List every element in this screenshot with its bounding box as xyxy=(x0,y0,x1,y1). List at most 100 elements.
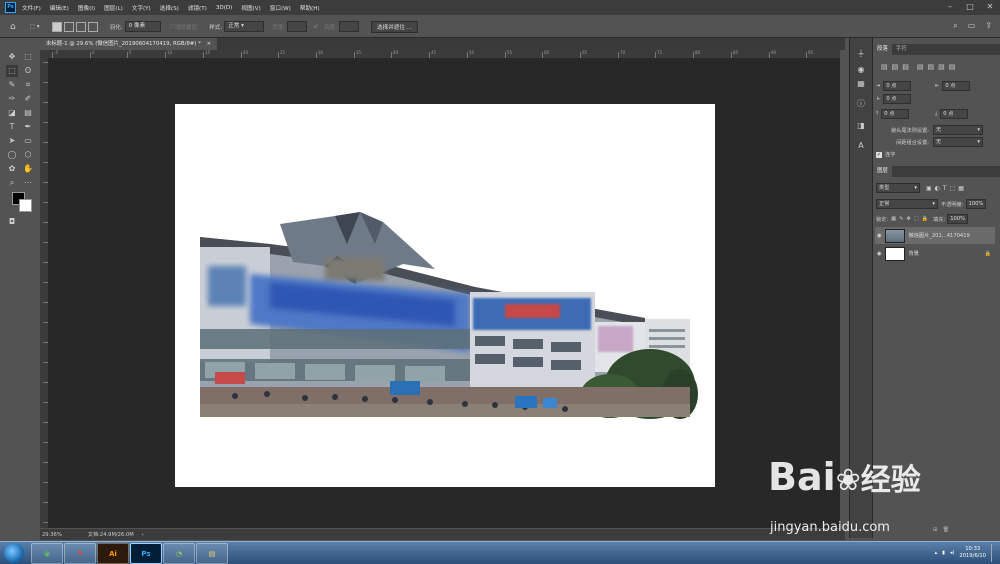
show-desktop-button[interactable] xyxy=(991,544,996,562)
lock-icons[interactable]: ▦✎✥⬚🔒 xyxy=(891,216,931,222)
indent-left-input[interactable]: 0 点 xyxy=(883,81,912,91)
lasso-tool-icon[interactable]: ʘ xyxy=(22,65,34,77)
menu-3d[interactable]: 3D(D) xyxy=(216,5,233,11)
shape-tool-icon[interactable]: ✿ xyxy=(6,163,18,175)
eraser-tool-icon[interactable]: ◪ xyxy=(6,107,18,119)
justify-all-icon[interactable]: ▤ xyxy=(949,63,956,71)
start-button-icon[interactable] xyxy=(4,543,24,563)
taskbar-app-folder-icon[interactable]: ▤ xyxy=(196,543,228,564)
select-and-mask-button[interactable]: 选择并遮住 ... xyxy=(371,20,419,33)
quick-select-tool-icon[interactable]: ✎ xyxy=(6,79,18,91)
color-icon[interactable]: ◉ xyxy=(855,64,867,76)
menu-filter[interactable]: 滤镜(T) xyxy=(188,4,207,12)
visibility-eye-icon[interactable]: ◉ xyxy=(877,233,882,239)
opacity-input[interactable]: 100% xyxy=(965,199,987,209)
menu-file[interactable]: 文件(F) xyxy=(22,4,41,12)
status-arrow-icon[interactable]: › xyxy=(142,532,144,538)
selection-mode-icons[interactable] xyxy=(51,21,100,32)
taskbar-app-pdf-icon[interactable]: ⚑ xyxy=(64,543,96,564)
taskbar-app-illustrator-icon[interactable]: Ai xyxy=(97,543,129,564)
tab-layers[interactable]: 图层 xyxy=(873,166,892,177)
more-tools-icon[interactable]: ⋯ xyxy=(22,177,34,189)
style-select[interactable]: 正常 ▾ xyxy=(224,21,265,32)
indent-first-input[interactable]: 0 点 xyxy=(883,94,912,104)
adjustments-icon[interactable]: ◨ xyxy=(855,120,867,132)
document-canvas[interactable] xyxy=(175,104,715,487)
rect-marquee-tool-icon[interactable]: ⬚ xyxy=(6,65,18,77)
visibility-eye-icon[interactable]: ◉ xyxy=(877,251,882,257)
indent-right-input[interactable]: 0 点 xyxy=(942,81,971,91)
close-icon[interactable]: ✕ xyxy=(986,3,994,11)
doc-size[interactable]: 文档:24.9M/26.0M xyxy=(88,531,134,538)
marquee-preset-icon[interactable]: ⬚ ▾ xyxy=(30,24,40,30)
workspace-icon[interactable]: ▭ xyxy=(968,21,976,31)
history-icon[interactable]: ⏚ xyxy=(855,48,867,60)
kinsoku-select[interactable]: 无 ▾ xyxy=(933,125,983,135)
align-center-icon[interactable]: ▤ xyxy=(892,63,899,71)
swap-icon[interactable]: ⇄ xyxy=(313,24,318,30)
align-right-icon[interactable]: ▤ xyxy=(902,63,909,71)
layer-row[interactable]: ◉ 微信图片_201...4170419 xyxy=(875,227,995,244)
justify-last-left-icon[interactable]: ▤ xyxy=(917,63,924,71)
share-icon[interactable]: ⇪ xyxy=(985,21,992,31)
crop-tool-icon[interactable]: ⌗ xyxy=(22,79,34,91)
canvas-workspace[interactable] xyxy=(48,59,840,528)
tray-network-icon[interactable]: ▮ xyxy=(942,550,945,556)
hand-tool-icon[interactable]: ✋ xyxy=(22,163,34,175)
delete-layer-icon[interactable]: 🗑 xyxy=(942,527,954,533)
minimize-icon[interactable]: – xyxy=(946,3,954,11)
pen-tool-icon[interactable]: ✒ xyxy=(22,121,34,133)
taskbar-app-green-icon[interactable]: ◔ xyxy=(163,543,195,564)
ellipse-tool-icon[interactable]: ◯ xyxy=(6,149,18,161)
menu-layer[interactable]: 图层(L) xyxy=(104,4,123,12)
gradient-tool-icon[interactable]: ▤ xyxy=(22,107,34,119)
photoshop-logo-icon[interactable]: Ps xyxy=(5,2,16,13)
background-color-swatch[interactable] xyxy=(19,199,32,212)
move-tool-icon[interactable]: ✥ xyxy=(6,51,18,63)
layer-filter-icons[interactable]: ▣◐T⬚▦ xyxy=(926,185,967,192)
height-input[interactable] xyxy=(339,21,359,32)
antialias-checkbox[interactable]: ☐ 消除锯齿 xyxy=(170,23,197,31)
justify-last-center-icon[interactable]: ▤ xyxy=(928,63,935,71)
zoom-tool-icon[interactable]: ⌕ xyxy=(6,177,18,189)
menu-window[interactable]: 窗口(W) xyxy=(270,4,291,12)
clock[interactable]: 10:33 2019/6/10 xyxy=(959,546,986,560)
layer-name[interactable]: 背景 xyxy=(909,250,919,257)
menu-type[interactable]: 文字(Y) xyxy=(132,4,151,12)
space-before-input[interactable]: 0 点 xyxy=(881,109,910,119)
info-icon[interactable]: ⓘ xyxy=(855,98,867,110)
mojikumi-select[interactable]: 无 ▾ xyxy=(933,137,983,147)
menu-select[interactable]: 选择(S) xyxy=(160,4,179,12)
document-tab[interactable]: 未标题-1 @ 29.6% (微信图片_20190604170419, RGB/… xyxy=(40,38,218,50)
blend-mode-select[interactable]: 正常 ▾ xyxy=(876,199,938,209)
swatches-icon[interactable]: ▦ xyxy=(855,78,867,90)
path-select-tool-icon[interactable]: ➤ xyxy=(6,135,18,147)
close-tab-icon[interactable]: × xyxy=(207,41,212,47)
menu-view[interactable]: 视图(V) xyxy=(241,4,260,12)
taskbar-app-photoshop-icon[interactable]: Ps xyxy=(130,543,162,564)
artboard-tool-icon[interactable]: ⬚ xyxy=(22,51,34,63)
fill-input[interactable]: 100% xyxy=(947,214,969,224)
rectangle-tool-icon[interactable]: ▭ xyxy=(22,135,34,147)
menu-edit[interactable]: 编辑(E) xyxy=(50,4,69,12)
layer-row[interactable]: ◉ 背景 🔒 xyxy=(875,245,995,262)
maximize-icon[interactable]: □ xyxy=(966,3,974,11)
polygon-tool-icon[interactable]: ⬡ xyxy=(22,149,34,161)
zoom-level[interactable]: 29.36% xyxy=(42,532,62,538)
eyedropper-tool-icon[interactable]: ✑ xyxy=(6,93,18,105)
tray-volume-icon[interactable]: ◂) xyxy=(950,550,954,556)
align-left-icon[interactable]: ▤ xyxy=(881,63,888,71)
brush-tool-icon[interactable]: ✐ xyxy=(22,93,34,105)
tab-character[interactable]: 字符 xyxy=(892,44,911,55)
tab-paragraph[interactable]: 段落 xyxy=(873,44,892,55)
width-input[interactable] xyxy=(287,21,308,32)
new-layer-icon[interactable]: ⊞ xyxy=(933,527,942,533)
taskbar-app-browser-icon[interactable]: ◉ xyxy=(31,543,63,564)
hyphenate-checkbox[interactable]: ✓ xyxy=(876,151,882,158)
quick-mask-icon[interactable]: ◘ xyxy=(6,216,18,228)
space-after-input[interactable]: 0 点 xyxy=(940,109,969,119)
type-tool-icon[interactable]: T xyxy=(6,121,18,133)
character-icon[interactable]: A xyxy=(855,140,867,152)
layer-filter-select[interactable]: 类型 ▾ xyxy=(876,183,920,193)
menu-help[interactable]: 帮助(H) xyxy=(300,4,320,12)
